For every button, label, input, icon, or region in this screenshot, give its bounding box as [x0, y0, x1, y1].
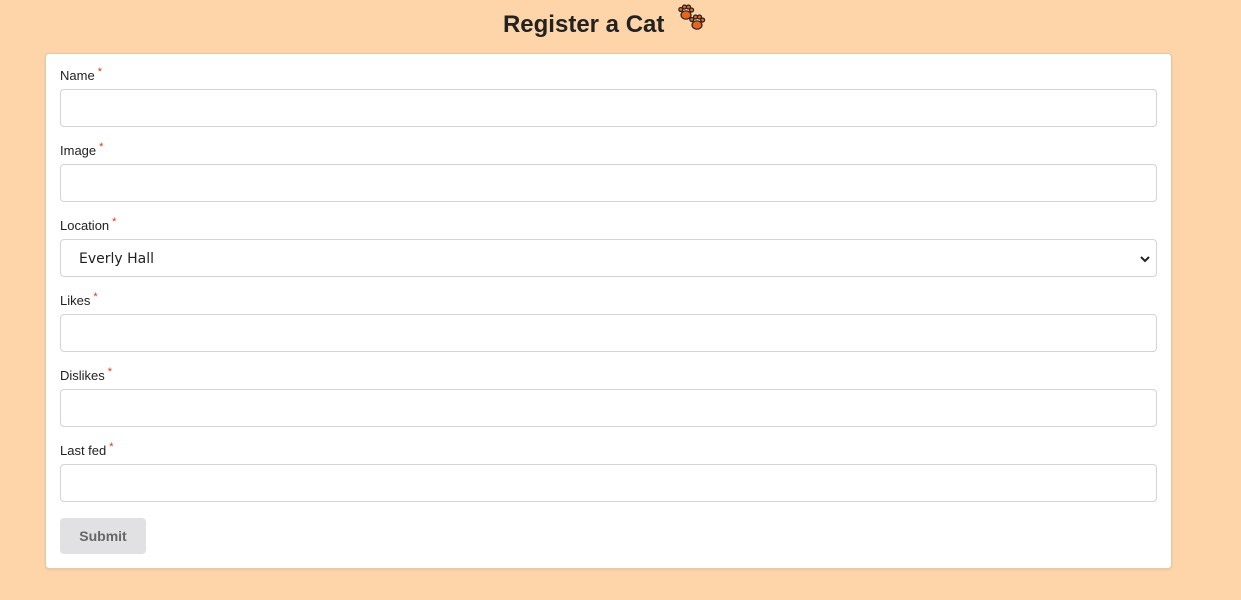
page-title-text: Register a Cat: [502, 11, 665, 38]
location-select-value: Everly Hall: [79, 251, 155, 267]
chevron-down-icon: [1139, 252, 1151, 264]
page-title: Register a Cat: [0, 4, 1210, 42]
image-label: Image *: [60, 141, 104, 158]
required-marker: *: [112, 216, 117, 228]
required-marker: *: [99, 141, 104, 153]
image-field-group: Image *: [60, 141, 1157, 202]
likes-label: Likes *: [60, 291, 98, 308]
likes-input[interactable]: [60, 314, 1157, 352]
required-marker: *: [107, 366, 113, 378]
dislikes-label: Dislikes *: [60, 366, 113, 383]
name-field-group: Name *: [60, 66, 1157, 127]
likes-field-group: Likes *: [60, 291, 1157, 352]
required-marker: *: [109, 441, 114, 453]
required-marker: *: [93, 291, 98, 303]
name-input[interactable]: [60, 89, 1157, 127]
submit-button[interactable]: Submit: [60, 518, 146, 554]
image-input[interactable]: [60, 164, 1157, 202]
paw-prints-icon: [677, 4, 707, 42]
dislikes-input[interactable]: [60, 389, 1157, 427]
name-label: Name *: [60, 66, 102, 83]
required-marker: *: [97, 66, 102, 78]
location-label: Location *: [60, 216, 117, 233]
dislikes-field-group: Dislikes *: [60, 366, 1157, 427]
last-fed-field-group: Last fed *: [60, 441, 1157, 502]
location-select[interactable]: Everly Hall: [60, 239, 1157, 277]
register-cat-form: Name * Image * Location * Everly Hall Likes…: [45, 53, 1172, 569]
last-fed-label: Last fed *: [60, 441, 114, 458]
location-field-group: Location * Everly Hall: [60, 216, 1157, 277]
last-fed-input[interactable]: [60, 464, 1157, 502]
